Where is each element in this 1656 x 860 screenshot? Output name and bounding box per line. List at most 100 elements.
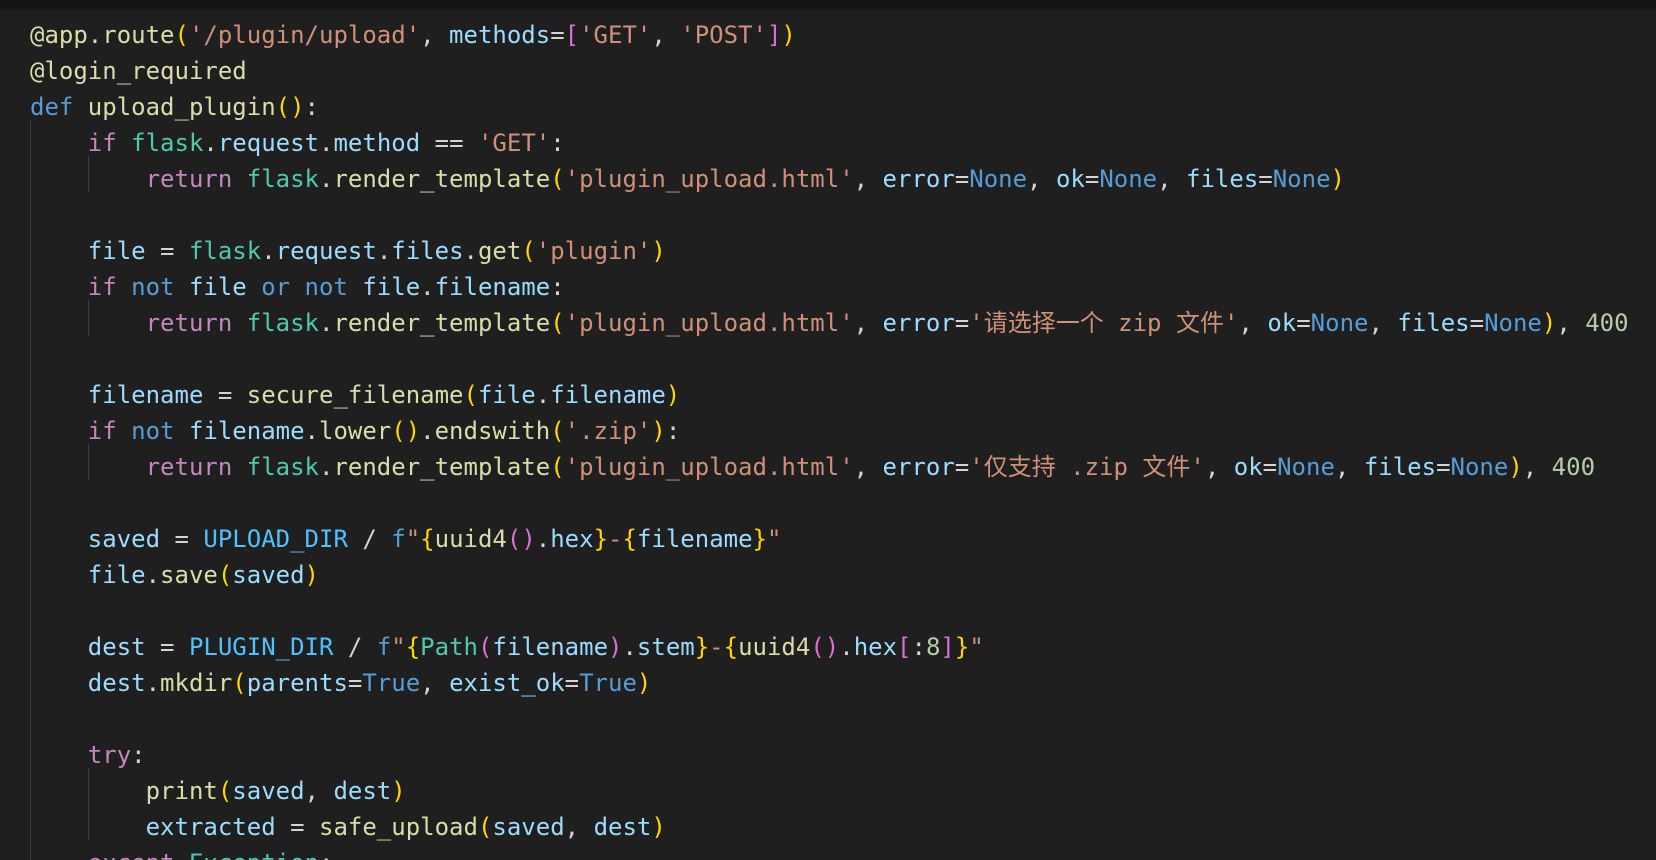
code-token: . [463, 237, 478, 265]
code-token: { [405, 633, 421, 661]
code-token: = [203, 381, 247, 409]
code-token: { [622, 525, 637, 553]
code-token: () [506, 525, 536, 553]
code-token: , [1157, 165, 1187, 193]
code-token: " [391, 633, 406, 661]
code-token: flask [246, 165, 319, 193]
code-token: . [622, 633, 637, 661]
code-token: file [362, 273, 421, 301]
code-token: . [319, 129, 334, 157]
code-token: - [608, 525, 623, 553]
code-token: error [882, 453, 955, 481]
code-token: . [376, 237, 392, 265]
code-token: 400 [1585, 309, 1629, 337]
code-line[interactable]: filename = secure_filename(file.filename… [30, 377, 680, 413]
code-token: ( [217, 777, 233, 805]
code-token: f [376, 633, 392, 661]
code-token: 'plugin_upload.html' [564, 309, 854, 337]
code-token: flask [131, 129, 204, 157]
code-line[interactable]: return flask.render_template('plugin_upl… [30, 305, 1629, 341]
code-token: UPLOAD_DIR [203, 525, 348, 553]
code-line[interactable]: @app.route('/plugin/upload', methods=['G… [30, 17, 796, 53]
code-token: : [550, 129, 565, 157]
code-token: = [954, 309, 970, 337]
code-line[interactable]: dest = PLUGIN_DIR / f"{Path(filename).st… [30, 629, 984, 665]
code-line[interactable]: print(saved, dest) [30, 773, 406, 809]
code-token: if [87, 273, 132, 301]
code-token: '请选择一个 zip 文件' [969, 309, 1239, 337]
code-token: files [391, 237, 464, 265]
code-token: None [1277, 453, 1335, 481]
code-line[interactable]: file = flask.request.files.get('plugin') [30, 233, 666, 269]
code-token: . [420, 417, 435, 445]
code-token: safe_upload [319, 813, 478, 841]
code-token: ] [940, 633, 955, 661]
code-token: uuid4 [434, 525, 507, 553]
code-token: dest [87, 669, 146, 697]
code-line[interactable]: extracted = safe_upload(saved, dest) [30, 809, 666, 845]
code-line[interactable]: if flask.request.method == 'GET': [30, 125, 565, 161]
code-token: error [882, 165, 955, 193]
code-line[interactable]: return flask.render_template('plugin_upl… [30, 161, 1345, 197]
code-line[interactable]: except Exception: [30, 845, 334, 860]
code-line[interactable]: file.save(saved) [30, 557, 319, 593]
code-token: @login_required [30, 57, 247, 85]
code-token: " [767, 525, 782, 553]
code-token: ) [1541, 309, 1557, 337]
code-line[interactable]: dest.mkdir(parents=True, exist_ok=True) [30, 665, 652, 701]
code-token: file [87, 561, 146, 589]
code-token: ) [391, 777, 406, 805]
code-token: True [579, 669, 637, 697]
code-token: except [88, 849, 189, 860]
code-token: @app.route [30, 21, 175, 49]
code-line[interactable]: @login_required [30, 53, 247, 89]
code-token: flask [246, 309, 319, 337]
code-token: if [87, 417, 132, 445]
code-token: None [1272, 165, 1331, 193]
code-token: . [145, 561, 161, 589]
code-token: ) [651, 237, 666, 265]
code-line[interactable]: saved = UPLOAD_DIR / f"{uuid4().hex}-{fi… [30, 521, 782, 557]
code-token: lower [319, 417, 392, 445]
code-token: files [1186, 165, 1259, 193]
code-token: , [1522, 453, 1552, 481]
code-line[interactable]: return flask.render_template('plugin_upl… [30, 449, 1595, 485]
code-line[interactable]: if not filename.lower().endswith('.zip')… [30, 413, 680, 449]
code-token: . [203, 129, 218, 157]
code-token: , [1334, 453, 1364, 481]
code-token: secure_filename [246, 381, 464, 409]
code-token: not [131, 273, 189, 301]
code-token: dest [333, 777, 392, 805]
code-token: ( [217, 561, 233, 589]
code-line[interactable]: def upload_plugin(): [30, 89, 319, 125]
code-editor[interactable]: @app.route('/plugin/upload', methods=['G… [0, 0, 1656, 860]
code-token: '/plugin/upload' [188, 21, 421, 49]
code-token: uuid4 [738, 633, 811, 661]
code-line[interactable]: if not file or not file.filename: [30, 269, 565, 305]
code-token: 'POST' [680, 21, 767, 49]
code-token: exist_ok [449, 669, 565, 697]
code-token: ok [1055, 165, 1085, 193]
code-token: render_template [333, 453, 551, 481]
code-token: . [420, 273, 435, 301]
code-token: None [1310, 309, 1369, 337]
code-token: , [853, 309, 883, 337]
code-token: () [391, 417, 421, 445]
code-token: if [87, 129, 132, 157]
code-line[interactable]: try: [30, 737, 146, 773]
code-token: " [969, 633, 984, 661]
code-token: save [160, 561, 218, 589]
code-token: : [131, 741, 146, 769]
code-token: . [304, 417, 319, 445]
code-token: render_template [333, 165, 551, 193]
code-token: } [694, 633, 710, 661]
code-token: flask [188, 237, 262, 265]
code-token: = [954, 453, 970, 481]
